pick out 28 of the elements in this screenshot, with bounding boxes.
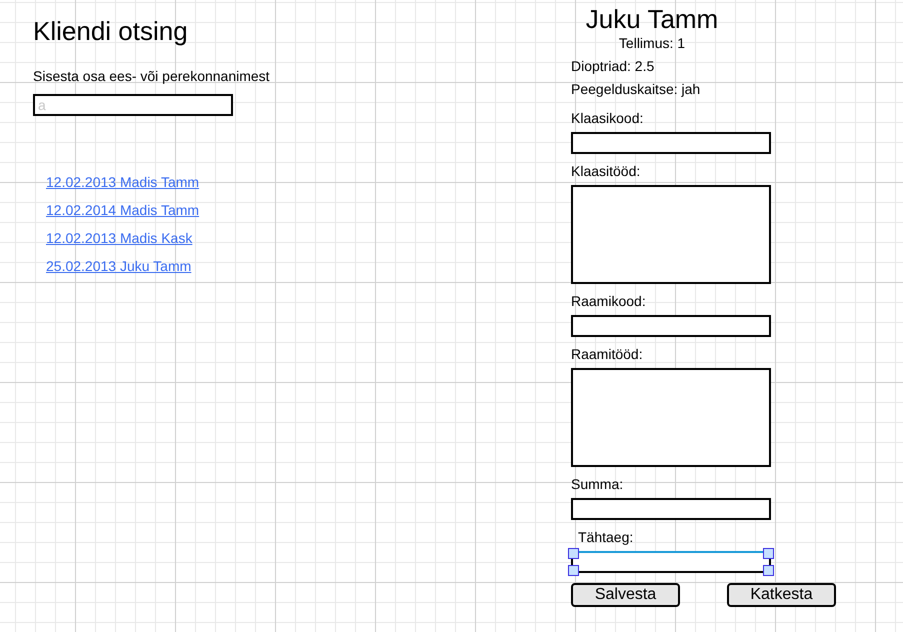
input-field[interactable]: [571, 315, 771, 337]
page-title: Kliendi otsing: [33, 16, 188, 46]
customer-name: Juku Tamm: [584, 6, 720, 32]
resize-handle[interactable]: [763, 548, 774, 559]
field-label: Klaasitööd:: [571, 163, 640, 179]
detail-text: Peegelduskaitse: jah: [571, 81, 700, 97]
search-prompt: Sisesta osa ees- või perekonnanimest: [33, 68, 270, 84]
field-label: Klaasikood:: [571, 110, 644, 126]
result-link[interactable]: 12.02.2014 Madis Tamm: [46, 202, 200, 218]
save-button[interactable]: Salvesta: [571, 583, 680, 607]
input-field[interactable]: [571, 498, 771, 520]
input-field[interactable]: [571, 551, 771, 573]
resize-handle[interactable]: [568, 548, 579, 559]
resize-handle[interactable]: [763, 565, 774, 576]
field-label: Raamikood:: [571, 293, 646, 309]
result-link[interactable]: 12.02.2013 Madis Tamm: [46, 174, 200, 190]
detail-text: Dioptriad: 2.5: [571, 58, 654, 74]
order-number: Tellimus: 1: [618, 35, 686, 51]
field-label: Tähtaeg:: [577, 529, 634, 545]
resize-handle[interactable]: [568, 565, 579, 576]
field-label: Summa:: [571, 476, 624, 492]
field-label: Raamitööd:: [571, 346, 643, 362]
text-area[interactable]: [571, 185, 771, 284]
input-field[interactable]: [571, 132, 771, 154]
result-link[interactable]: 25.02.2013 Juku Tamm: [46, 258, 192, 274]
cancel-button[interactable]: Katkesta: [727, 583, 836, 607]
result-link[interactable]: 12.02.2013 Madis Kask: [46, 230, 192, 246]
text-area[interactable]: [571, 368, 771, 467]
